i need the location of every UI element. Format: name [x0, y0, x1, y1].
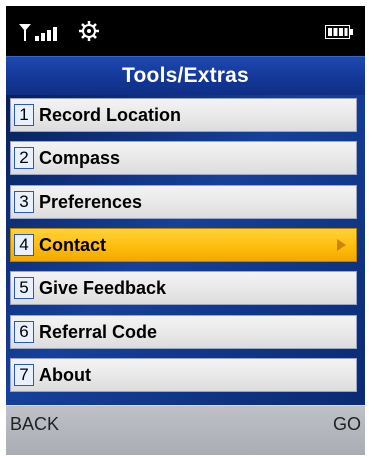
go-softkey[interactable]: GO [333, 414, 361, 435]
menu-item-label: Compass [39, 148, 121, 168]
signal-strength-icon [19, 24, 57, 41]
menu-item-label: About [39, 365, 91, 385]
menu-item-record-location[interactable]: 1 Record Location [10, 98, 357, 132]
menu-item-give-feedback[interactable]: 5 Give Feedback [10, 271, 357, 305]
menu-item-number: 7 [14, 364, 34, 386]
menu-item-number: 1 [14, 104, 34, 126]
menu-item-compass[interactable]: 2 Compass [10, 141, 357, 175]
menu-item-label: Give Feedback [39, 278, 167, 298]
menu-item-referral-code[interactable]: 6 Referral Code [10, 315, 357, 349]
menu-item-preferences[interactable]: 3 Preferences [10, 185, 357, 219]
menu-item-contact[interactable]: 4 Contact [10, 228, 357, 262]
menu-item-label: Record Location [39, 105, 182, 125]
status-bar [6, 6, 365, 56]
menu-item-number: 2 [14, 147, 34, 169]
gear-icon [79, 21, 99, 41]
page-title: Tools/Extras [6, 56, 365, 95]
battery-icon [325, 25, 353, 39]
menu-item-number: 5 [14, 277, 34, 299]
softkey-bar: BACK GO [6, 405, 365, 455]
menu-list: 1 Record Location 2 Compass 3 Preferences 4 Con… [6, 95, 365, 405]
back-softkey[interactable]: BACK [10, 414, 59, 435]
menu-item-about[interactable]: 7 About [10, 358, 357, 392]
menu-item-label: Contact [39, 235, 106, 255]
menu-item-label: Referral Code [39, 322, 158, 342]
menu-item-label: Preferences [39, 192, 143, 212]
menu-item-number: 6 [14, 321, 34, 343]
menu-item-number: 4 [14, 234, 34, 256]
submenu-arrow-icon [337, 239, 346, 251]
phone-screen: Tools/Extras 1 Record Location 2 Compass 3 Pr… [6, 6, 365, 455]
menu-item-number: 3 [14, 191, 34, 213]
